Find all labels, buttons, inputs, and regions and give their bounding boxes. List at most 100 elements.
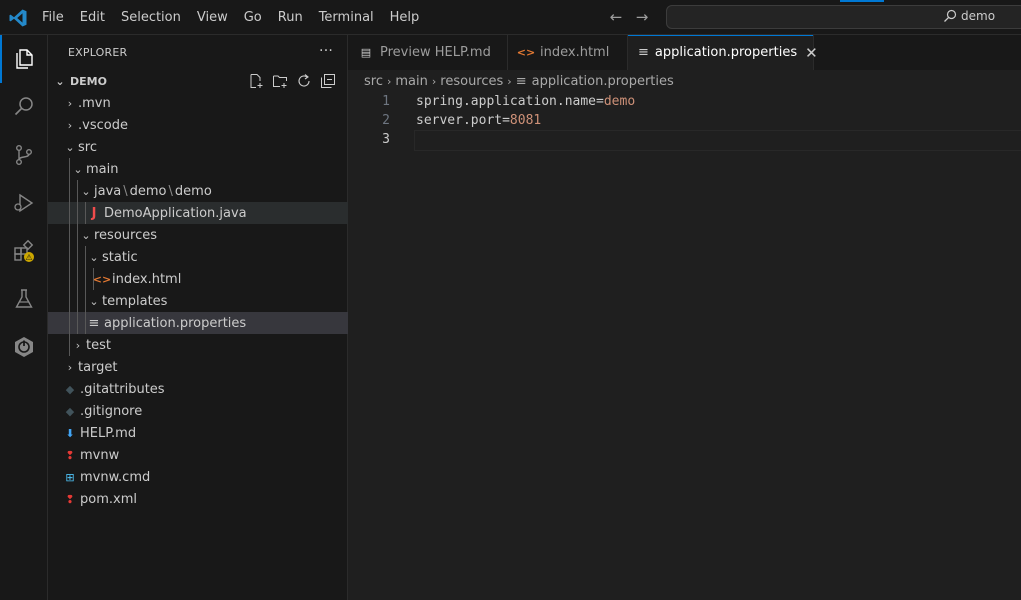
markdown-file-icon: ⬇ bbox=[65, 426, 75, 440]
tree-item-index-html[interactable]: <> index.html bbox=[48, 268, 348, 290]
indent-guide bbox=[85, 312, 86, 334]
command-center-search[interactable]: demo bbox=[666, 5, 1021, 29]
spring-boot-icon bbox=[15, 337, 33, 357]
tree-item-resources[interactable]: ⌄ resources bbox=[48, 224, 348, 246]
indent-guide bbox=[69, 334, 70, 356]
title-accent bbox=[840, 0, 884, 2]
editor-tabs: ▤ Preview HELP.md <> index.html ≡ applic… bbox=[348, 35, 1021, 70]
tree-item-gitattributes[interactable]: ◆ .gitattributes bbox=[48, 378, 348, 400]
menu-help[interactable]: Help bbox=[382, 0, 428, 35]
breadcrumb-item[interactable]: src bbox=[364, 74, 383, 89]
breadcrumb-item[interactable]: application.properties bbox=[532, 74, 674, 89]
tree-item-label: .vscode bbox=[78, 117, 128, 133]
tree-item-static[interactable]: ⌄ static bbox=[48, 246, 348, 268]
folder-header[interactable]: ⌄ DEMO bbox=[48, 70, 348, 92]
tree-item-mvnw[interactable]: ❢ mvnw bbox=[48, 444, 348, 466]
tree-item-label: .mvn bbox=[78, 95, 111, 111]
tree-item-label: DemoApplication.java bbox=[104, 205, 247, 221]
run-debug-activity[interactable] bbox=[0, 179, 48, 227]
menu-run[interactable]: Run bbox=[270, 0, 311, 35]
tree-item-mvn[interactable]: › .mvn bbox=[48, 92, 348, 114]
menu-selection[interactable]: Selection bbox=[113, 0, 189, 35]
indent-guide bbox=[69, 224, 70, 246]
tree-item-label: main bbox=[86, 161, 119, 177]
tree-item-label: pom.xml bbox=[80, 491, 137, 507]
code-line: 2 server.port=8081 bbox=[348, 111, 1021, 130]
line-number: 3 bbox=[382, 132, 390, 147]
tree-item-label: application.properties bbox=[104, 315, 247, 331]
tree-item-label: HELP.md bbox=[80, 425, 137, 441]
tree-item-pom-xml[interactable]: ❢ pom.xml bbox=[48, 488, 348, 510]
indent-guide bbox=[69, 312, 70, 334]
tree-item-mvnw-cmd[interactable]: ⊞ mvnw.cmd bbox=[48, 466, 348, 488]
editor-area: ▤ Preview HELP.md <> index.html ≡ applic… bbox=[348, 35, 1021, 600]
java-file-icon: J bbox=[91, 205, 97, 221]
chevron-right-icon: › bbox=[75, 338, 81, 352]
collapse-all-icon[interactable] bbox=[320, 73, 336, 89]
back-arrow-icon[interactable]: ← bbox=[608, 8, 624, 26]
title-bar: File Edit Selection View Go Run Terminal… bbox=[0, 0, 1021, 35]
tab-index-html[interactable]: <> index.html bbox=[508, 35, 628, 70]
tree-item-test[interactable]: › test bbox=[48, 334, 348, 356]
tree-item-target[interactable]: › target bbox=[48, 356, 348, 378]
close-icon[interactable]: ✕ bbox=[805, 44, 818, 62]
indent-guide bbox=[85, 202, 86, 224]
tree-item-label: test bbox=[86, 337, 111, 353]
tree-item-vscode[interactable]: › .vscode bbox=[48, 114, 348, 136]
menu-terminal[interactable]: Terminal bbox=[311, 0, 382, 35]
extensions-icon: ⚠ bbox=[14, 239, 34, 262]
breadcrumb-item[interactable]: main bbox=[395, 74, 427, 89]
tree-item-demoapplication[interactable]: J DemoApplication.java bbox=[48, 202, 348, 224]
indent-guide bbox=[93, 268, 94, 290]
tree-item-src[interactable]: ⌄ src bbox=[48, 136, 348, 158]
new-file-icon[interactable] bbox=[248, 73, 264, 89]
tab-application-properties[interactable]: ≡ application.properties ✕ bbox=[628, 35, 818, 70]
chevron-right-icon: › bbox=[67, 96, 73, 110]
code-editor[interactable]: 1 spring.application.name=demo 2 server.… bbox=[348, 92, 1021, 151]
testing-activity[interactable] bbox=[0, 275, 48, 323]
file-tree: › .mvn › .vscode ⌄ src ⌄ main ⌄ java \ d… bbox=[48, 92, 348, 510]
tree-item-templates[interactable]: ⌄ templates bbox=[48, 290, 348, 312]
chevron-right-icon: › bbox=[507, 74, 512, 88]
more-actions-icon[interactable]: ··· bbox=[319, 43, 333, 59]
menu-go[interactable]: Go bbox=[236, 0, 270, 35]
extensions-activity[interactable]: ⚠ bbox=[0, 227, 48, 275]
line-text: server.port=8081 bbox=[416, 113, 542, 128]
indent-guide bbox=[69, 202, 70, 224]
forward-arrow-icon[interactable]: → bbox=[634, 8, 650, 26]
code-line-current: 3 bbox=[348, 130, 1021, 151]
tree-item-label: .gitignore bbox=[80, 403, 143, 419]
breadcrumb-item[interactable]: resources bbox=[440, 74, 503, 89]
folder-name: DEMO bbox=[70, 74, 107, 88]
properties-file-icon: ≡ bbox=[88, 315, 100, 331]
refresh-icon[interactable] bbox=[296, 73, 312, 89]
files-icon bbox=[16, 49, 33, 69]
chevron-down-icon: ⌄ bbox=[89, 250, 99, 264]
path-separator: \ bbox=[123, 183, 128, 199]
chevron-right-icon: › bbox=[431, 74, 437, 88]
new-folder-icon[interactable] bbox=[272, 73, 288, 89]
menu-file[interactable]: File bbox=[34, 0, 72, 35]
indent-guide bbox=[85, 246, 86, 268]
search-activity[interactable] bbox=[0, 83, 48, 131]
menu-edit[interactable]: Edit bbox=[72, 0, 113, 35]
indent-guide bbox=[77, 290, 78, 312]
menu-view[interactable]: View bbox=[189, 0, 236, 35]
beaker-icon bbox=[15, 289, 33, 308]
explorer-activity[interactable] bbox=[0, 35, 48, 83]
indent-guide bbox=[85, 290, 86, 312]
tree-item-main[interactable]: ⌄ main bbox=[48, 158, 348, 180]
line-number: 2 bbox=[382, 113, 390, 128]
tree-item-gitignore[interactable]: ◆ .gitignore bbox=[48, 400, 348, 422]
tab-preview-help[interactable]: ▤ Preview HELP.md bbox=[348, 35, 508, 70]
chevron-down-icon: ⌄ bbox=[81, 184, 91, 198]
tree-item-label: templates bbox=[102, 293, 168, 309]
chevron-down-icon: ⌄ bbox=[89, 294, 99, 308]
tree-item-help-md[interactable]: ⬇ HELP.md bbox=[48, 422, 348, 444]
tree-item-java[interactable]: ⌄ java \ demo \ demo bbox=[48, 180, 348, 202]
tree-item-application-properties[interactable]: ≡ application.properties bbox=[48, 312, 348, 334]
source-control-icon bbox=[15, 145, 32, 166]
spring-boot-activity[interactable] bbox=[0, 323, 48, 371]
properties-file-icon: ≡ bbox=[515, 73, 527, 89]
source-control-activity[interactable] bbox=[0, 131, 48, 179]
